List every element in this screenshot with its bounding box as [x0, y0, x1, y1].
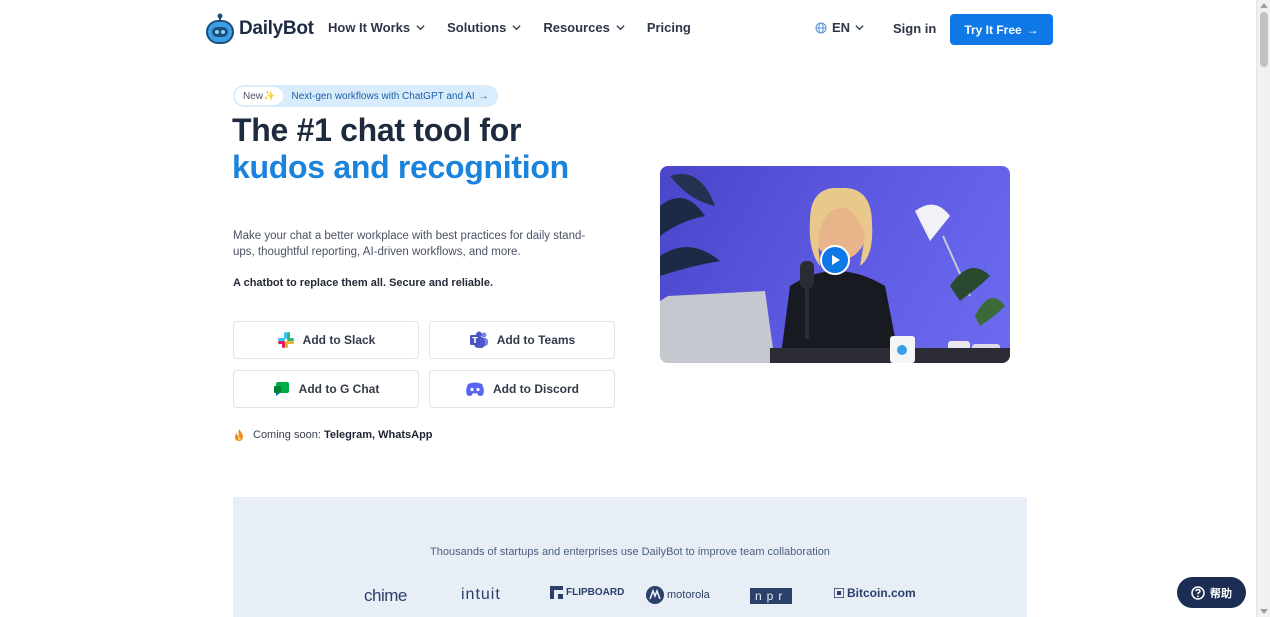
nav-pricing[interactable]: Pricing: [647, 20, 691, 35]
slack-icon: [277, 332, 294, 348]
arrow-right-icon: →: [1026, 22, 1039, 37]
chevron-down-icon: [616, 25, 625, 31]
motorola-icon: [646, 586, 664, 604]
customer-logos-section: Thousands of startups and enterprises us…: [233, 497, 1027, 617]
hero-title: The #1 chat tool for kudos and recogniti…: [232, 112, 569, 186]
google-chat-icon: [273, 382, 289, 396]
scroll-down-arrow[interactable]: [1260, 609, 1268, 614]
help-button[interactable]: 帮助: [1177, 577, 1246, 608]
language-label: EN: [832, 20, 851, 35]
hero-lead: Make your chat a better workplace with b…: [233, 230, 586, 258]
hero-tagline: A chatbot to replace them all. Secure an…: [233, 277, 494, 289]
hero-title-line1: The #1 chat tool for: [232, 112, 522, 148]
add-to-discord-button[interactable]: Add to Discord: [429, 370, 615, 408]
flipboard-icon: [550, 586, 563, 599]
language-selector[interactable]: EN: [815, 20, 864, 35]
add-to-teams-button[interactable]: T Add to Teams: [429, 321, 615, 359]
announcement-pill[interactable]: New✨ Next-gen workflows with ChatGPT and…: [233, 85, 498, 107]
brand-flipboard: FLIPBOARD: [550, 586, 624, 599]
nav-label: Solutions: [447, 20, 507, 35]
try-it-free-button[interactable]: Try It Free →: [950, 14, 1053, 45]
brand-bitcoin: Bitcoin.com: [834, 586, 916, 600]
brand-intuit: intuit: [461, 586, 501, 603]
scroll-thumb[interactable]: [1260, 12, 1268, 67]
coming-soon: Coming soon: Telegram, WhatsApp: [233, 428, 433, 442]
play-button[interactable]: [820, 245, 850, 275]
button-label: Add to Slack: [302, 333, 376, 347]
nav-solutions[interactable]: Solutions: [447, 20, 521, 35]
chevron-down-icon: [416, 25, 425, 31]
customer-logos-caption: Thousands of startups and enterprises us…: [430, 546, 830, 558]
discord-icon: [466, 382, 484, 396]
nav-resources[interactable]: Resources: [543, 20, 625, 35]
announcement-label: Next-gen workflows with ChatGPT and AI: [291, 90, 475, 102]
brand-flipboard-label: FLIPBOARD: [566, 587, 625, 598]
brand-motorola: motorola: [646, 586, 710, 604]
sign-in-link[interactable]: Sign in: [893, 21, 936, 36]
main-nav: How It Works Solutions Resources Pricing: [328, 20, 691, 35]
hero-title-line2: kudos and recognition: [232, 149, 569, 185]
try-it-free-label: Try It Free: [964, 22, 1022, 37]
bitcoin-icon: [834, 588, 844, 598]
brand-bitcoin-label: Bitcoin.com: [847, 586, 916, 600]
scroll-up-arrow[interactable]: [1260, 3, 1268, 8]
help-label: 帮助: [1210, 587, 1232, 600]
announcement-text: Next-gen workflows with ChatGPT and AI →: [291, 91, 488, 102]
coming-soon-text: Coming soon: Telegram, WhatsApp: [253, 429, 433, 441]
chevron-down-icon: [855, 25, 864, 31]
logo-text: DailyBot: [239, 18, 314, 39]
dailybot-logo[interactable]: DailyBot: [205, 13, 314, 45]
brand-motorola-label: motorola: [667, 589, 710, 601]
page-scrollbar[interactable]: [1256, 0, 1270, 617]
brand-chime: chime: [364, 586, 407, 605]
question-icon: [1191, 585, 1205, 600]
play-icon: [832, 255, 840, 265]
globe-icon: [815, 22, 827, 33]
brand-npr: npr: [750, 588, 793, 604]
add-to-slack-button[interactable]: Add to Slack: [233, 321, 419, 359]
button-label: Add to Discord: [493, 382, 579, 396]
svg-text:T: T: [472, 336, 478, 345]
dailybot-robot-icon: [206, 13, 234, 44]
new-badge: New✨: [235, 87, 284, 105]
teams-icon: T: [469, 331, 488, 348]
fire-icon: [235, 429, 243, 441]
nav-label: Pricing: [646, 20, 691, 35]
coming-soon-items: Telegram, WhatsApp: [323, 429, 433, 441]
chevron-down-icon: [512, 25, 521, 31]
nav-label: How It Works: [328, 20, 411, 35]
site-header: DailyBot How It Works Solutions Resource…: [0, 0, 1256, 60]
add-to-gchat-button[interactable]: Add to G Chat: [233, 370, 419, 408]
nav-how-it-works[interactable]: How It Works: [328, 20, 425, 35]
coming-soon-label: Coming soon:: [253, 429, 321, 441]
button-label: Add to G Chat: [298, 382, 380, 396]
arrow-right-icon: →: [478, 90, 489, 102]
nav-label: Resources: [543, 20, 610, 35]
hero-video[interactable]: [660, 166, 1010, 363]
button-label: Add to Teams: [496, 333, 576, 347]
